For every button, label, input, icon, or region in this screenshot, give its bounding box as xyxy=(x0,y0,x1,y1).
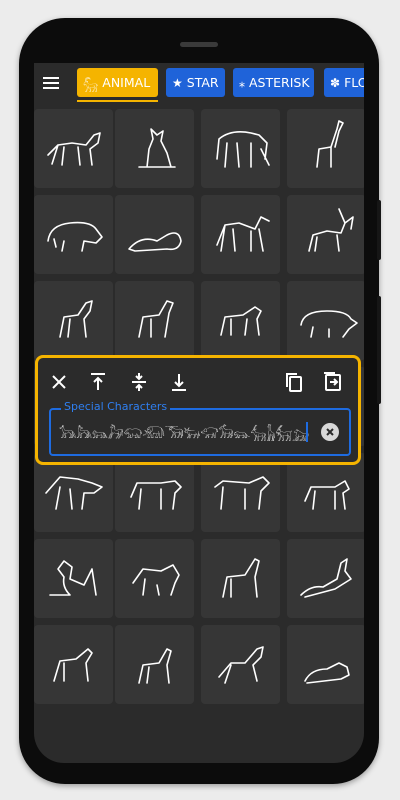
share-button[interactable] xyxy=(321,370,345,394)
tab-asterisk[interactable]: ⁎ ASTERISK xyxy=(233,68,314,97)
symbol-cell[interactable] xyxy=(287,195,364,274)
symbol-cell[interactable] xyxy=(201,195,280,274)
monkey-icon xyxy=(216,216,270,252)
symbol-cell[interactable] xyxy=(34,625,113,704)
tab-star[interactable]: ★ STAR xyxy=(166,68,225,97)
lying-lion-icon xyxy=(128,232,182,252)
jackal-icon xyxy=(47,132,101,166)
hippopotamus-icon xyxy=(47,221,103,252)
elephant-icon xyxy=(216,131,270,168)
top-bar: 𓃵 ANIMAL ★ STAR ⁎ ASTERISK ✽ FLO xyxy=(34,63,364,103)
align-bottom-icon xyxy=(172,374,186,391)
recumbent-jackal-icon xyxy=(300,558,352,598)
flower-icon: ✽ xyxy=(330,75,341,90)
tab-animal[interactable]: 𓃵 ANIMAL xyxy=(77,68,158,97)
symbol-cell[interactable] xyxy=(115,539,194,618)
symbol-cell[interactable] xyxy=(287,281,364,360)
symbol-cell[interactable] xyxy=(201,109,280,188)
symbol-cell[interactable] xyxy=(287,109,364,188)
set-animal-icon xyxy=(222,558,260,598)
clear-icon xyxy=(326,428,334,436)
giraffe-standing-icon xyxy=(53,648,93,682)
tab-label: ASTERISK xyxy=(249,75,310,90)
tab-label: FLO xyxy=(344,75,364,90)
symbol-cell[interactable] xyxy=(34,109,113,188)
symbol-cell[interactable] xyxy=(115,109,194,188)
symbol-cell[interactable] xyxy=(287,625,364,704)
side-button-top xyxy=(377,200,381,260)
align-top-icon xyxy=(91,373,105,390)
star-icon: ★ xyxy=(172,75,183,90)
menu-button[interactable] xyxy=(42,74,62,92)
menu-icon xyxy=(43,77,59,79)
antelope-icon xyxy=(138,648,172,684)
symbol-cell[interactable] xyxy=(201,281,280,360)
text-caret xyxy=(306,422,308,442)
side-button-bottom xyxy=(377,296,381,404)
active-tab-indicator xyxy=(77,100,158,102)
symbol-cell[interactable] xyxy=(115,625,194,704)
tab-label: STAR xyxy=(186,75,219,90)
symbol-cell[interactable] xyxy=(115,195,194,274)
move-top-button[interactable] xyxy=(86,370,110,394)
symbol-cell[interactable] xyxy=(34,539,113,618)
menu-icon-bar xyxy=(43,82,59,84)
move-middle-button[interactable] xyxy=(127,370,151,394)
symbol-cell[interactable] xyxy=(34,195,113,274)
cow-suckling-calf-icon xyxy=(132,564,180,596)
tab-flower[interactable]: ✽ FLO xyxy=(324,68,364,97)
close-icon xyxy=(52,375,66,389)
align-middle-icon xyxy=(132,373,146,391)
symbol-cell[interactable] xyxy=(201,625,280,704)
donkey-icon xyxy=(138,300,174,338)
speaker-grille xyxy=(180,42,218,47)
symbol-cell[interactable] xyxy=(287,539,364,618)
special-characters-field[interactable]: Special Characters 𓃥𓃦𓃬𓃗𓃯𓃰𓃝𓃒𓃟𓃘𓃮𓃲𓃱𓃶𓃷𓃸𓃹𓃺𓃻𓃼𓃽… xyxy=(49,400,351,456)
horse-icon xyxy=(59,300,93,338)
open-in-icon xyxy=(324,372,341,391)
menu-icon-bar xyxy=(43,87,59,89)
seated-cat-icon xyxy=(138,128,176,168)
tab-label: ANIMAL xyxy=(102,75,151,90)
special-characters-input[interactable]: 𓃥𓃦𓃬𓃗𓃯𓃰𓃝𓃒𓃟𓃘𓃮𓃲𓃱𓃶𓃷𓃸𓃹𓃺𓃻𓃼𓃽𓃾𓃿 xyxy=(59,422,309,442)
field-label: Special Characters xyxy=(61,400,171,413)
pig-icon xyxy=(300,310,358,338)
copy-icon xyxy=(286,373,302,392)
edit-panel: Special Characters 𓃥𓃦𓃬𓃗𓃯𓃰𓃝𓃒𓃟𓃘𓃮𓃲𓃱𓃶𓃷𓃸𓃹𓃺𓃻𓃼𓃽… xyxy=(35,355,361,465)
seated-figure-icon xyxy=(49,560,97,596)
giraffe-icon xyxy=(316,120,344,168)
copy-button[interactable] xyxy=(282,370,306,394)
goat-icon: 𓃵 xyxy=(83,77,99,92)
hound-icon xyxy=(220,306,262,336)
move-bottom-button[interactable] xyxy=(167,370,191,394)
symbol-cell[interactable] xyxy=(115,281,194,360)
ibex-icon xyxy=(308,208,354,252)
asterisk-icon: ⁎ xyxy=(239,75,245,90)
close-button[interactable] xyxy=(47,370,71,394)
symbol-cell[interactable] xyxy=(34,281,113,360)
clear-button[interactable] xyxy=(321,423,339,441)
dog-icon xyxy=(304,662,350,684)
symbol-cell[interactable] xyxy=(201,539,280,618)
deer-icon xyxy=(218,646,264,684)
